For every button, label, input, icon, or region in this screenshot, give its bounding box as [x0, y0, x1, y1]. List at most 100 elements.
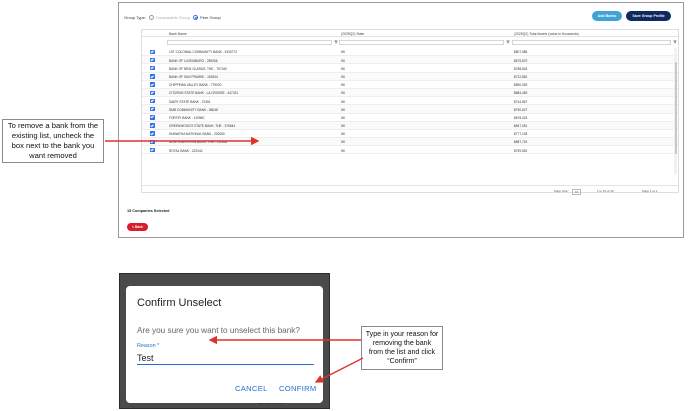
bank-name-cell: GREENWOOD'S STATE BANK, THE - 376644: [169, 124, 236, 129]
bank-name-cell: DMB COMMUNITY BANK - 88048: [169, 107, 218, 112]
state-cell: WI: [341, 66, 345, 71]
page-size-select[interactable]: 10: [572, 188, 582, 195]
column-total-assets[interactable]: (2025Q2) Total Assets (value in thousand…: [514, 32, 579, 36]
confirm-button[interactable]: CONFIRM: [279, 384, 317, 393]
state-cell: WI: [341, 74, 345, 79]
total-assets-cell: $777,128: [514, 132, 528, 137]
bank-name-cell: BANK OF LUXEMBURG - 285266: [169, 58, 218, 63]
bank-select-checkbox[interactable]: [150, 65, 155, 71]
total-assets-cell: $684,453: [514, 91, 528, 96]
grid-pager: Page Size: 10 1 to 15 of 15 Page 1 of 1: [142, 185, 678, 195]
table-row: GREENWOOD'S STATE BANK, THE - 376644 WI $8…: [142, 121, 678, 130]
scrollbar-thumb[interactable]: [674, 62, 677, 154]
bank-select-checkbox[interactable]: [150, 123, 155, 128]
bank-grid: Bank Name (2025Q2) State (2025Q2) Total …: [141, 29, 679, 195]
table-row: BANK OF LUXEMBURG - 285266 WI $675,870: [142, 56, 678, 65]
total-assets-cell: $807,585: [514, 50, 528, 55]
grid-header: Bank Name (2025Q2) State (2025Q2) Total …: [142, 30, 678, 37]
comparable-group-label: Comparable Group: [155, 14, 190, 20]
filter-icon[interactable]: [334, 40, 338, 44]
bank-select-checkbox[interactable]: [150, 49, 155, 55]
state-cell: WI: [341, 124, 345, 129]
total-assets-cell: $790,627: [514, 107, 528, 112]
column-bank-name[interactable]: Bank Name: [169, 32, 187, 36]
total-assets-cell: $722,881: [514, 74, 528, 79]
bank-name-cell: FORTIFI BANK - 11998C: [169, 115, 205, 120]
table-row: DMB COMMUNITY BANK - 88048 WI $790,627: [142, 105, 678, 114]
peer-group-radio[interactable]: [192, 14, 198, 20]
grid-filter-row: [142, 38, 678, 47]
total-assets-cell: $744,867: [514, 99, 528, 104]
peer-group-label: Peer Group: [199, 14, 221, 20]
save-group-profile-button[interactable]: Save Group Profile: [626, 11, 671, 21]
add-banks-button[interactable]: Add Banks: [592, 11, 622, 21]
bank-select-checkbox[interactable]: [150, 90, 155, 96]
bank-select-checkbox[interactable]: [150, 57, 155, 63]
total-assets-cell: $788,818: [514, 66, 528, 71]
bank-name-cell: 1ST COLONIAL COMMUNITY BANK - 3333772: [169, 50, 237, 55]
group-type-selector: Group Type: Comparable Group Peer Group: [124, 12, 221, 22]
state-cell: WI: [341, 132, 345, 137]
total-assets-cell: $759,552: [514, 148, 528, 153]
state-cell: WI: [341, 58, 345, 63]
table-row: BANK OF SUN PRAIRIE - 153344 WI $722,881: [142, 72, 678, 81]
row-range: 1 to 15 of 15: [597, 188, 614, 193]
bank-select-checkbox[interactable]: [150, 115, 155, 120]
total-assets-filter-input[interactable]: [512, 39, 671, 45]
reason-instruction-note: Type in your reason for removing the ban…: [361, 326, 443, 370]
total-assets-cell: $675,870: [514, 58, 528, 63]
table-row: DAIRY STATE BANK - 37451 WI $744,867: [142, 97, 678, 106]
confirm-unselect-dialog: Confirm Unselect Are you sure you want t…: [126, 286, 323, 403]
bank-select-checkbox[interactable]: [150, 147, 155, 153]
bank-select-checkbox[interactable]: [150, 106, 155, 112]
peer-group-screenshot: Group Type: Comparable Group Peer Group …: [118, 2, 684, 238]
table-row: FORTIFI BANK - 11998C WI $678,423: [142, 114, 678, 122]
total-assets-cell: $678,423: [514, 115, 528, 120]
table-row: BANK OF NEW GLARUS, THE - 757160 WI $788,8…: [142, 64, 678, 73]
table-row: ROYAL BANK - 222342 WI $759,552: [142, 146, 678, 155]
state-filter-input[interactable]: [339, 39, 504, 45]
bank-select-checkbox[interactable]: [150, 74, 155, 79]
bank-name-cell: CITIZENS STATE BANK - LA CROSSE - 447321: [169, 91, 239, 96]
bank-select-checkbox[interactable]: [150, 131, 155, 136]
state-cell: WI: [341, 83, 345, 88]
bank-select-checkbox[interactable]: [150, 82, 155, 87]
reason-input[interactable]: [137, 352, 314, 365]
vertical-scrollbar[interactable]: [674, 48, 677, 174]
companies-selected-count: 15 Companies Selected: [127, 209, 170, 213]
grid-rows: 1ST COLONIAL COMMUNITY BANK - 3333772 WI $…: [142, 48, 678, 155]
bank-select-checkbox[interactable]: [150, 139, 155, 145]
bank-name-cell: DAIRY STATE BANK - 37451: [169, 99, 211, 104]
state-cell: WI: [341, 107, 345, 112]
table-row: CITIZENS STATE BANK - LA CROSSE - 447321…: [142, 88, 678, 98]
table-row: NORTHWESTERN BANK, THE - 110356 WI $887,71…: [142, 138, 678, 147]
bank-name-cell: HIAWATHA NATIONAL BANK - 200050: [169, 132, 225, 137]
filter-icon[interactable]: [673, 40, 677, 44]
total-assets-cell: $887,715: [514, 140, 528, 145]
filter-icon[interactable]: [506, 40, 510, 44]
state-cell: WI: [341, 140, 345, 145]
column-state[interactable]: (2025Q2) State: [341, 32, 364, 36]
page-size-label: Page Size:: [554, 188, 569, 193]
state-cell: WI: [341, 50, 345, 55]
total-assets-cell: $890,353: [514, 83, 528, 88]
reason-label: Reason *: [137, 343, 160, 349]
bank-name-filter-input[interactable]: [167, 39, 332, 45]
state-cell: WI: [341, 148, 345, 153]
state-cell: WI: [341, 91, 345, 96]
cancel-button[interactable]: CANCEL: [235, 384, 268, 393]
bank-name-cell: BANK OF SUN PRAIRIE - 153344: [169, 74, 218, 79]
bank-name-cell: NORTHWESTERN BANK, THE - 110356: [169, 140, 228, 145]
dialog-title: Confirm Unselect: [137, 297, 222, 309]
group-type-label: Group Type:: [124, 14, 146, 20]
bank-select-checkbox[interactable]: [150, 98, 155, 104]
uncheck-instruction-note: To remove a bank from the existing list,…: [2, 119, 104, 163]
state-cell: WI: [341, 115, 345, 120]
comparable-group-radio[interactable]: [148, 14, 154, 20]
dialog-message: Are you sure you want to unselect this b…: [137, 326, 300, 335]
page-indicator: Page 1 of 1: [642, 188, 658, 193]
bank-name-cell: BANK OF NEW GLARUS, THE - 757160: [169, 66, 227, 71]
back-button[interactable]: < Back: [127, 223, 148, 231]
bank-name-cell: ROYAL BANK - 222342: [169, 148, 203, 153]
table-row: 1ST COLONIAL COMMUNITY BANK - 3333772 WI $…: [142, 48, 678, 57]
